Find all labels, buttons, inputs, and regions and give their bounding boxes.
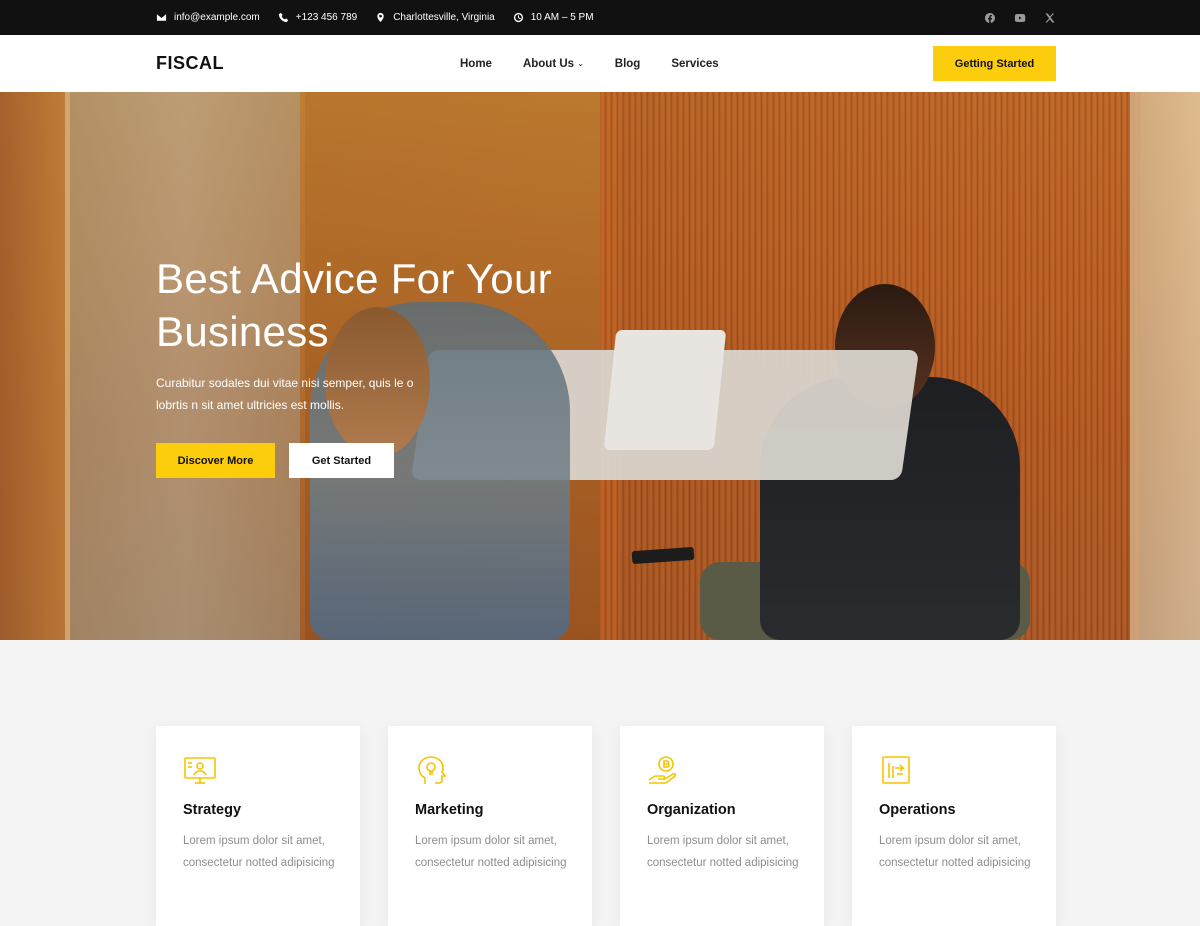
nav-home[interactable]: Home — [460, 58, 492, 70]
getting-started-button[interactable]: Getting Started — [933, 46, 1056, 81]
contact-info: info@example.com +123 456 789 Charlottes… — [156, 0, 594, 35]
hero-image-bg — [0, 92, 70, 640]
site-header: FISCAL Home About Us ⌄ Blog Services Gett… — [0, 35, 1200, 92]
site-logo[interactable]: FISCAL — [156, 53, 224, 74]
nav-about-label: About Us — [522, 57, 575, 70]
board-chart-icon — [879, 754, 913, 788]
location-item: Charlottesville, Virginia — [375, 12, 495, 23]
hero-image-laptop — [603, 330, 727, 450]
location-text: Charlottesville, Virginia — [393, 12, 495, 23]
hero-description: Curabitur sodales dui vitae nisi semper,… — [156, 376, 414, 412]
map-pin-icon — [377, 12, 384, 23]
nav-blog[interactable]: Blog — [615, 58, 641, 70]
envelope-icon — [156, 14, 167, 21]
feature-card-marketing[interactable]: Marketing Lorem ipsum dolor sit amet, co… — [388, 726, 592, 926]
x-icon[interactable] — [1044, 12, 1056, 24]
top-bar: info@example.com +123 456 789 Charlottes… — [0, 0, 1200, 35]
feature-text: Lorem ipsum dolor sit amet, consectetur … — [647, 835, 799, 869]
social-links — [984, 0, 1056, 35]
email-item[interactable]: info@example.com — [156, 12, 260, 23]
chevron-down-icon: ⌄ — [577, 59, 584, 68]
monitor-user-icon — [183, 754, 217, 788]
facebook-icon[interactable] — [984, 12, 996, 24]
hero-image-pillar-right — [1130, 92, 1200, 640]
youtube-icon[interactable] — [1014, 12, 1026, 24]
phone-text: +123 456 789 — [295, 12, 358, 23]
feature-title: Organization — [647, 802, 736, 818]
main-nav: Home About Us ⌄ Blog Services — [460, 35, 750, 92]
feature-title: Operations — [879, 802, 956, 818]
feature-text: Lorem ipsum dolor sit amet, consectetur … — [879, 835, 1031, 869]
features-section: Strategy Lorem ipsum dolor sit amet, con… — [0, 640, 1200, 926]
hero-title: Best Advice For Your Business — [156, 255, 552, 355]
phone-icon — [278, 12, 288, 23]
email-text: info@example.com — [174, 12, 260, 23]
hero-section: Best Advice For Your Business Curabitur … — [0, 92, 1200, 640]
nav-home-label: Home — [460, 57, 492, 70]
head-bulb-icon — [415, 754, 449, 788]
feature-card-operations[interactable]: Operations Lorem ipsum dolor sit amet, c… — [852, 726, 1056, 926]
feature-title: Strategy — [183, 802, 242, 818]
nav-services-label: Services — [671, 57, 719, 70]
feature-text: Lorem ipsum dolor sit amet, consectetur … — [415, 835, 567, 869]
feature-cards: Strategy Lorem ipsum dolor sit amet, con… — [156, 726, 1056, 926]
hours-text: 10 AM – 5 PM — [530, 12, 594, 23]
hours-item: 10 AM – 5 PM — [513, 12, 594, 23]
hero-buttons: Discover More Get Started — [156, 443, 596, 478]
hero-content: Best Advice For Your Business Curabitur … — [156, 252, 596, 478]
phone-item[interactable]: +123 456 789 — [278, 12, 357, 23]
feature-card-strategy[interactable]: Strategy Lorem ipsum dolor sit amet, con… — [156, 726, 360, 926]
nav-blog-label: Blog — [614, 57, 641, 70]
feature-title: Marketing — [415, 802, 484, 818]
hand-coin-icon — [647, 754, 681, 788]
nav-about-us[interactable]: About Us ⌄ — [523, 58, 584, 70]
feature-card-organization[interactable]: Organization Lorem ipsum dolor sit amet,… — [620, 726, 824, 926]
nav-services[interactable]: Services — [671, 58, 718, 70]
clock-icon — [513, 12, 523, 23]
get-started-button[interactable]: Get Started — [289, 443, 394, 478]
discover-more-button[interactable]: Discover More — [156, 443, 275, 478]
feature-text: Lorem ipsum dolor sit amet, consectetur … — [183, 835, 335, 869]
